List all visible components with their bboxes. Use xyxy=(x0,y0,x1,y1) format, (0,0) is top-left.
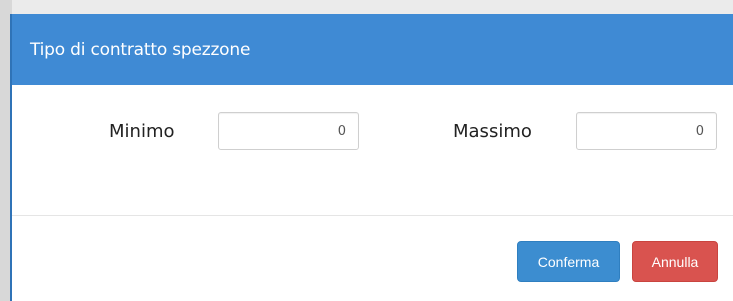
dialog-body: Minimo Massimo xyxy=(12,85,733,215)
dialog-footer: Conferma Annulla xyxy=(12,216,733,301)
backdrop xyxy=(0,0,733,14)
cancel-button[interactable]: Annulla xyxy=(632,241,718,282)
minimum-input[interactable] xyxy=(218,112,359,150)
confirm-button[interactable]: Conferma xyxy=(517,241,620,282)
dialog-title: Tipo di contratto spezzone xyxy=(30,39,251,60)
contract-range-dialog: Tipo di contratto spezzone Minimo Massim… xyxy=(10,14,733,301)
dialog-header: Tipo di contratto spezzone xyxy=(12,14,733,85)
minimum-label: Minimo xyxy=(109,121,175,142)
maximum-label: Massimo xyxy=(453,121,532,142)
maximum-input[interactable] xyxy=(576,112,717,150)
